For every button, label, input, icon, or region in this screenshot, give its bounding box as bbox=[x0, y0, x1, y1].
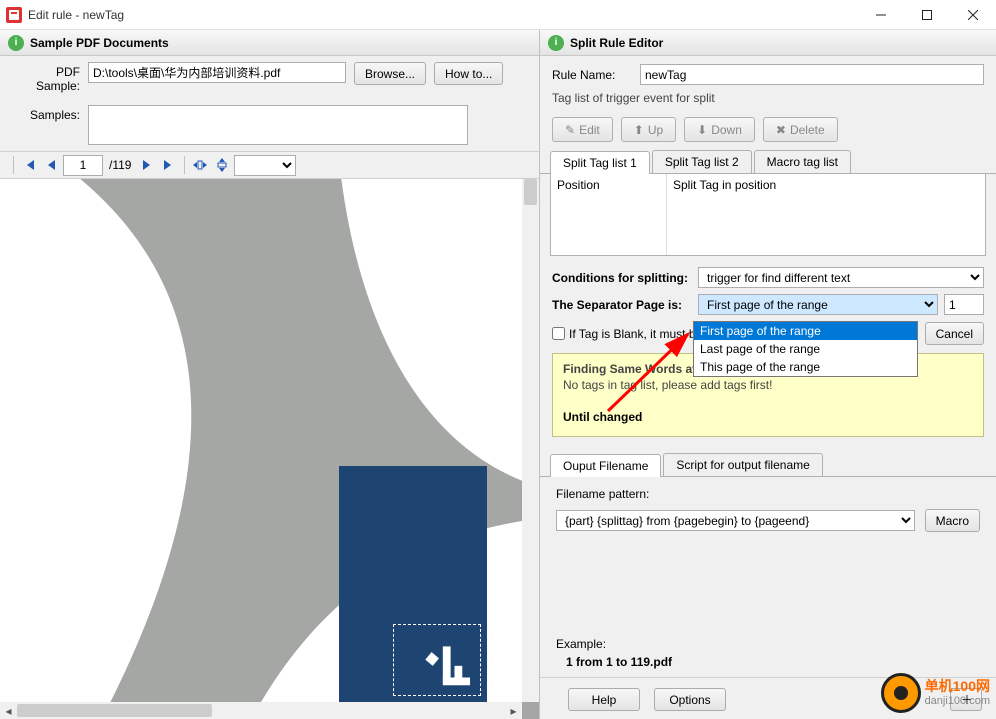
first-page-button[interactable] bbox=[19, 155, 39, 175]
next-page-button[interactable] bbox=[137, 155, 157, 175]
pdf-blue-block bbox=[339, 466, 487, 702]
rule-name-input[interactable] bbox=[640, 64, 984, 85]
example-label: Example: bbox=[556, 637, 980, 651]
horizontal-scrollbar[interactable]: ◂▸ bbox=[0, 702, 522, 719]
pdf-sample-label: PDF Sample: bbox=[10, 62, 80, 93]
page-total: /119 bbox=[105, 158, 135, 172]
samples-listbox[interactable] bbox=[88, 105, 468, 145]
separator-number-input[interactable] bbox=[944, 294, 984, 315]
howto-button[interactable]: How to... bbox=[434, 62, 503, 85]
separator-dropdown-list: First page of the range Last page of the… bbox=[693, 321, 918, 377]
column-split-tag: Split Tag in position bbox=[667, 174, 985, 255]
page-input[interactable] bbox=[63, 155, 103, 176]
tab-macro-tag[interactable]: Macro tag list bbox=[754, 150, 851, 173]
delete-icon: ✖ bbox=[776, 123, 786, 137]
separator-select[interactable]: First page of the range bbox=[698, 294, 938, 315]
window-title: Edit rule - newTag bbox=[28, 8, 858, 22]
conditions-label: Conditions for splitting: bbox=[552, 271, 692, 285]
blank-tag-checkbox[interactable] bbox=[552, 327, 565, 340]
rule-name-label: Rule Name: bbox=[552, 68, 632, 82]
delete-button: ✖Delete bbox=[763, 117, 838, 142]
options-button[interactable]: Options bbox=[654, 688, 726, 711]
titlebar: Edit rule - newTag bbox=[0, 0, 996, 30]
tab-split-tag-2[interactable]: Split Tag list 2 bbox=[652, 150, 752, 173]
minimize-button[interactable] bbox=[858, 0, 904, 30]
maximize-button[interactable] bbox=[904, 0, 950, 30]
dropdown-option[interactable]: Last page of the range bbox=[694, 340, 917, 358]
example-value: 1 from 1 to 119.pdf bbox=[556, 655, 980, 669]
tab-script-output[interactable]: Script for output filename bbox=[663, 453, 822, 476]
cancel-button[interactable]: Cancel bbox=[925, 322, 984, 345]
dropdown-option[interactable]: This page of the range bbox=[694, 358, 917, 376]
hint-line3: Until changed bbox=[563, 410, 973, 424]
left-panel: i Sample PDF Documents PDF Sample: Brows… bbox=[0, 30, 540, 719]
arrow-up-icon: ⬆ bbox=[634, 123, 644, 137]
app-icon bbox=[6, 7, 22, 23]
fit-width-button[interactable] bbox=[190, 155, 210, 175]
up-button: ⬆Up bbox=[621, 117, 676, 142]
pdf-preview[interactable]: ◂▸ bbox=[0, 179, 539, 719]
separator-label: The Separator Page is: bbox=[552, 298, 692, 312]
filename-pattern-label: Filename pattern: bbox=[556, 487, 980, 501]
tag-list-table[interactable]: Position Split Tag in position bbox=[550, 174, 986, 256]
zoom-select[interactable] bbox=[234, 155, 296, 176]
down-button: ⬇Down bbox=[684, 117, 755, 142]
tab-split-tag-1[interactable]: Split Tag list 1 bbox=[550, 151, 650, 174]
edit-button: ✎Edit bbox=[552, 117, 613, 142]
macro-button[interactable]: Macro bbox=[925, 509, 980, 532]
blank-tag-label: If Tag is Blank, it must be bbox=[569, 327, 702, 341]
column-position: Position bbox=[551, 174, 667, 255]
edit-icon: ✎ bbox=[565, 123, 575, 137]
info-icon: i bbox=[8, 35, 24, 51]
fit-height-button[interactable] bbox=[212, 155, 232, 175]
browse-button[interactable]: Browse... bbox=[354, 62, 426, 85]
last-page-button[interactable] bbox=[159, 155, 179, 175]
conditions-select[interactable]: trigger for find different text bbox=[698, 267, 984, 288]
samples-label: Samples: bbox=[10, 105, 80, 122]
filename-pattern-select[interactable]: {part} {splittag} from {pagebegin} to {p… bbox=[556, 510, 915, 531]
left-header-title: Sample PDF Documents bbox=[30, 36, 169, 50]
dropdown-option[interactable]: First page of the range bbox=[694, 322, 917, 340]
add-button[interactable]: ＋ bbox=[950, 688, 982, 711]
pdf-sample-input[interactable] bbox=[88, 62, 346, 83]
arrow-down-icon: ⬇ bbox=[697, 123, 707, 137]
vertical-scrollbar[interactable] bbox=[522, 179, 539, 702]
taglist-caption: Tag list of trigger event for split bbox=[552, 91, 984, 105]
hint-line2: No tags in tag list, please add tags fir… bbox=[563, 378, 973, 392]
info-icon: i bbox=[548, 35, 564, 51]
left-panel-header: i Sample PDF Documents bbox=[0, 30, 539, 56]
tab-output-filename[interactable]: Ouput Filename bbox=[550, 454, 661, 477]
help-button[interactable]: Help bbox=[568, 688, 640, 711]
close-button[interactable] bbox=[950, 0, 996, 30]
prev-page-button[interactable] bbox=[41, 155, 61, 175]
pager-toolbar: /119 bbox=[0, 151, 539, 179]
right-panel-header: i Split Rule Editor bbox=[540, 30, 996, 56]
selection-marquee[interactable] bbox=[393, 624, 481, 696]
right-header-title: Split Rule Editor bbox=[570, 36, 663, 50]
